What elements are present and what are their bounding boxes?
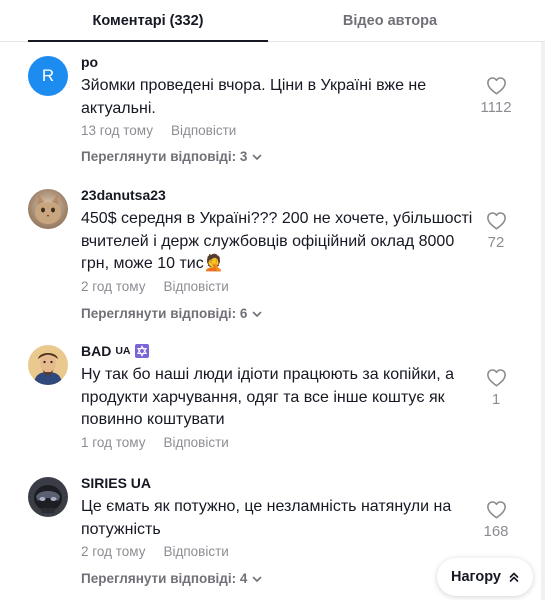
view-replies-label: Переглянути відповіді: 6 [81,306,248,321]
dark-helmet-avatar [28,477,68,517]
like-count: 168 [483,523,509,540]
heart-outline-icon [486,77,506,95]
chevron-down-icon [253,154,262,160]
back-to-top-button[interactable]: Нагору [437,558,533,596]
like-button[interactable]: 72 [472,211,520,251]
comment-meta: 2 год тому Відповісти [81,279,229,294]
username-text[interactable]: po [81,54,98,70]
comment-username[interactable]: po [81,54,98,70]
username-text[interactable]: SIRIES UA [81,475,151,491]
like-button[interactable]: 168 [472,500,520,540]
comment-meta: 1 год тому Відповісти [81,435,229,450]
tab-comments[interactable]: Коментарі (332) [28,0,268,42]
username-text[interactable]: BAD [81,343,111,359]
comment-text: Ну так бо наші люди ідіоти працюють за к… [81,366,454,428]
double-chevron-up-icon [509,572,519,582]
view-replies-label: Переглянути відповіді: 4 [81,571,248,586]
star-of-david-icon [134,344,149,358]
avatar[interactable]: R [28,56,68,96]
active-tab-indicator [28,40,268,42]
country-badge: UA [115,345,131,357]
reply-button[interactable]: Відповісти [171,123,236,138]
like-button[interactable]: 1112 [472,76,520,116]
avatar[interactable] [28,477,68,517]
chevron-down-icon [253,576,262,582]
reply-button[interactable]: Відповісти [163,279,228,294]
like-count: 1 [491,391,501,408]
reply-button[interactable]: Відповісти [163,544,228,559]
avatar[interactable] [28,345,68,385]
scrollbar[interactable] [541,42,545,600]
comment-username[interactable]: BAD UA [81,343,149,359]
tab-author-videos[interactable]: Відео автора [270,0,510,42]
comment-text: 450$ середня в Україні??? 200 не хочете,… [81,210,473,272]
comment-time: 1 год тому [81,435,146,450]
chevron-down-icon [253,311,262,317]
comment-time: 2 год тому [81,544,146,559]
like-count: 72 [487,234,505,251]
heart-outline-icon [486,501,506,519]
comment-meta: 2 год тому Відповісти [81,544,229,559]
view-replies-label: Переглянути відповіді: 3 [81,149,248,164]
comment-time: 13 год тому [81,123,153,138]
view-replies-button[interactable]: Переглянути відповіді: 6 [81,306,263,321]
username-text[interactable]: 23danutsa23 [81,187,166,203]
comment-text: Це ємать як потужно, це незламність натя… [81,498,452,538]
reply-button[interactable]: Відповісти [163,435,228,450]
cat-photo-avatar [28,189,68,229]
like-count: 1112 [480,99,512,116]
avatar[interactable] [28,189,68,229]
view-replies-button[interactable]: Переглянути відповіді: 4 [81,571,263,586]
view-replies-button[interactable]: Переглянути відповіді: 3 [81,149,263,164]
back-to-top-label: Нагору [451,569,501,585]
illustrated-portrait-avatar [28,345,68,385]
comment-text: Зйомки проведені вчора. Ціни в Україні в… [81,77,427,117]
comment-username[interactable]: 23danutsa23 [81,187,166,203]
comment-meta: 13 год тому Відповісти [81,123,236,138]
heart-outline-icon [486,369,506,387]
comment-time: 2 год тому [81,279,146,294]
comment-username[interactable]: SIRIES UA [81,475,151,491]
heart-outline-icon [486,212,506,230]
comment-tabs: Коментарі (332) Відео автора [0,0,545,42]
like-button[interactable]: 1 [472,368,520,408]
